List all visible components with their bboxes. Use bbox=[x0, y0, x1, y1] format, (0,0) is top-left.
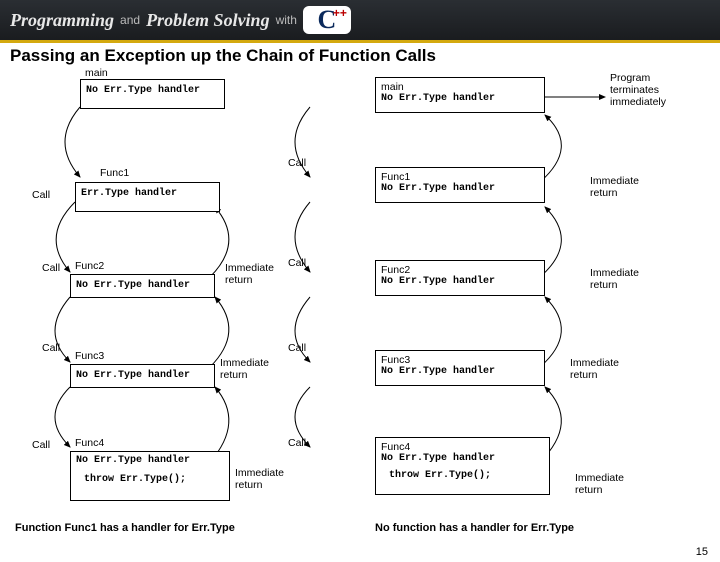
right-func1-label: Func1 bbox=[381, 171, 539, 183]
right-imm-2: Immediate return bbox=[590, 267, 639, 291]
right-throw: throw Err.Type(); bbox=[381, 470, 544, 481]
mid-call-4: Call bbox=[288, 437, 306, 449]
right-imm-1: Immediate return bbox=[590, 175, 639, 199]
left-throw: throw Err.Type(); bbox=[76, 474, 224, 485]
right-caption: No function has a handler for Err.Type bbox=[375, 522, 574, 534]
right-func2-label: Func2 bbox=[381, 264, 539, 276]
slide-number: 15 bbox=[696, 546, 708, 558]
left-call-4: Call bbox=[32, 439, 50, 451]
left-func3-text: No Err.Type handler bbox=[76, 370, 190, 381]
header-bar: Programming and Problem Solving with C +… bbox=[0, 0, 720, 40]
header-and: and bbox=[120, 13, 140, 27]
left-main-box: No Err.Type handler bbox=[80, 79, 225, 109]
right-main-box: main No Err.Type handler bbox=[375, 77, 545, 113]
right-func3-label: Func3 bbox=[381, 354, 539, 366]
left-imm-3: Immediate return bbox=[220, 357, 269, 381]
cpp-plus-plus: ++ bbox=[333, 6, 347, 20]
left-main-label: main bbox=[85, 67, 108, 79]
diagram-canvas: main No Err.Type handler Call Func1 Err.… bbox=[0, 67, 720, 562]
right-func2-box: Func2 No Err.Type handler bbox=[375, 260, 545, 296]
right-func1-box: Func1 No Err.Type handler bbox=[375, 167, 545, 203]
right-imm-4: Immediate return bbox=[575, 472, 624, 496]
left-call-2: Call bbox=[42, 262, 60, 274]
cpp-logo: C ++ bbox=[303, 6, 351, 34]
right-func3-text: No Err.Type handler bbox=[381, 366, 539, 377]
header-programming: Programming bbox=[10, 10, 114, 31]
right-func3-box: Func3 No Err.Type handler bbox=[375, 350, 545, 386]
left-func2-text: No Err.Type handler bbox=[76, 280, 190, 291]
left-func4-box: No Err.Type handler throw Err.Type(); bbox=[70, 451, 230, 501]
header-with: with bbox=[276, 13, 297, 27]
left-call-1: Call bbox=[32, 189, 50, 201]
left-func3-label: Func3 bbox=[75, 350, 104, 362]
header-problem-solving: Problem Solving bbox=[146, 10, 270, 31]
slide-title: Passing an Exception up the Chain of Fun… bbox=[0, 43, 720, 67]
left-func1-text: Err.Type handler bbox=[81, 188, 177, 199]
left-func4-text: No Err.Type handler bbox=[76, 455, 224, 466]
right-main-text: No Err.Type handler bbox=[381, 93, 539, 104]
left-func2-box: No Err.Type handler bbox=[70, 274, 215, 298]
right-func4-text: No Err.Type handler bbox=[381, 453, 544, 464]
left-func1-box: Err.Type handler bbox=[75, 182, 220, 212]
left-imm-2: Immediate return bbox=[225, 262, 274, 286]
mid-call-3: Call bbox=[288, 342, 306, 354]
left-main-text: No Err.Type handler bbox=[86, 83, 200, 95]
right-func4-label: Func4 bbox=[381, 441, 544, 453]
left-func4-label: Func4 bbox=[75, 437, 104, 449]
right-func1-text: No Err.Type handler bbox=[381, 183, 539, 194]
left-imm-4: Immediate return bbox=[235, 467, 284, 491]
left-func3-box: No Err.Type handler bbox=[70, 364, 215, 388]
right-imm-3: Immediate return bbox=[570, 357, 619, 381]
mid-call-2: Call bbox=[288, 257, 306, 269]
right-func2-text: No Err.Type handler bbox=[381, 276, 539, 287]
right-main-label: main bbox=[381, 81, 539, 93]
right-func4-box: Func4 No Err.Type handler throw Err.Type… bbox=[375, 437, 550, 495]
left-func2-label: Func2 bbox=[75, 260, 104, 272]
left-caption: Function Func1 has a handler for Err.Typ… bbox=[15, 522, 235, 534]
mid-call-1: Call bbox=[288, 157, 306, 169]
left-call-3: Call bbox=[42, 342, 60, 354]
program-terminates: Program terminates immediately bbox=[610, 72, 666, 108]
left-func1-label: Func1 bbox=[100, 167, 129, 179]
